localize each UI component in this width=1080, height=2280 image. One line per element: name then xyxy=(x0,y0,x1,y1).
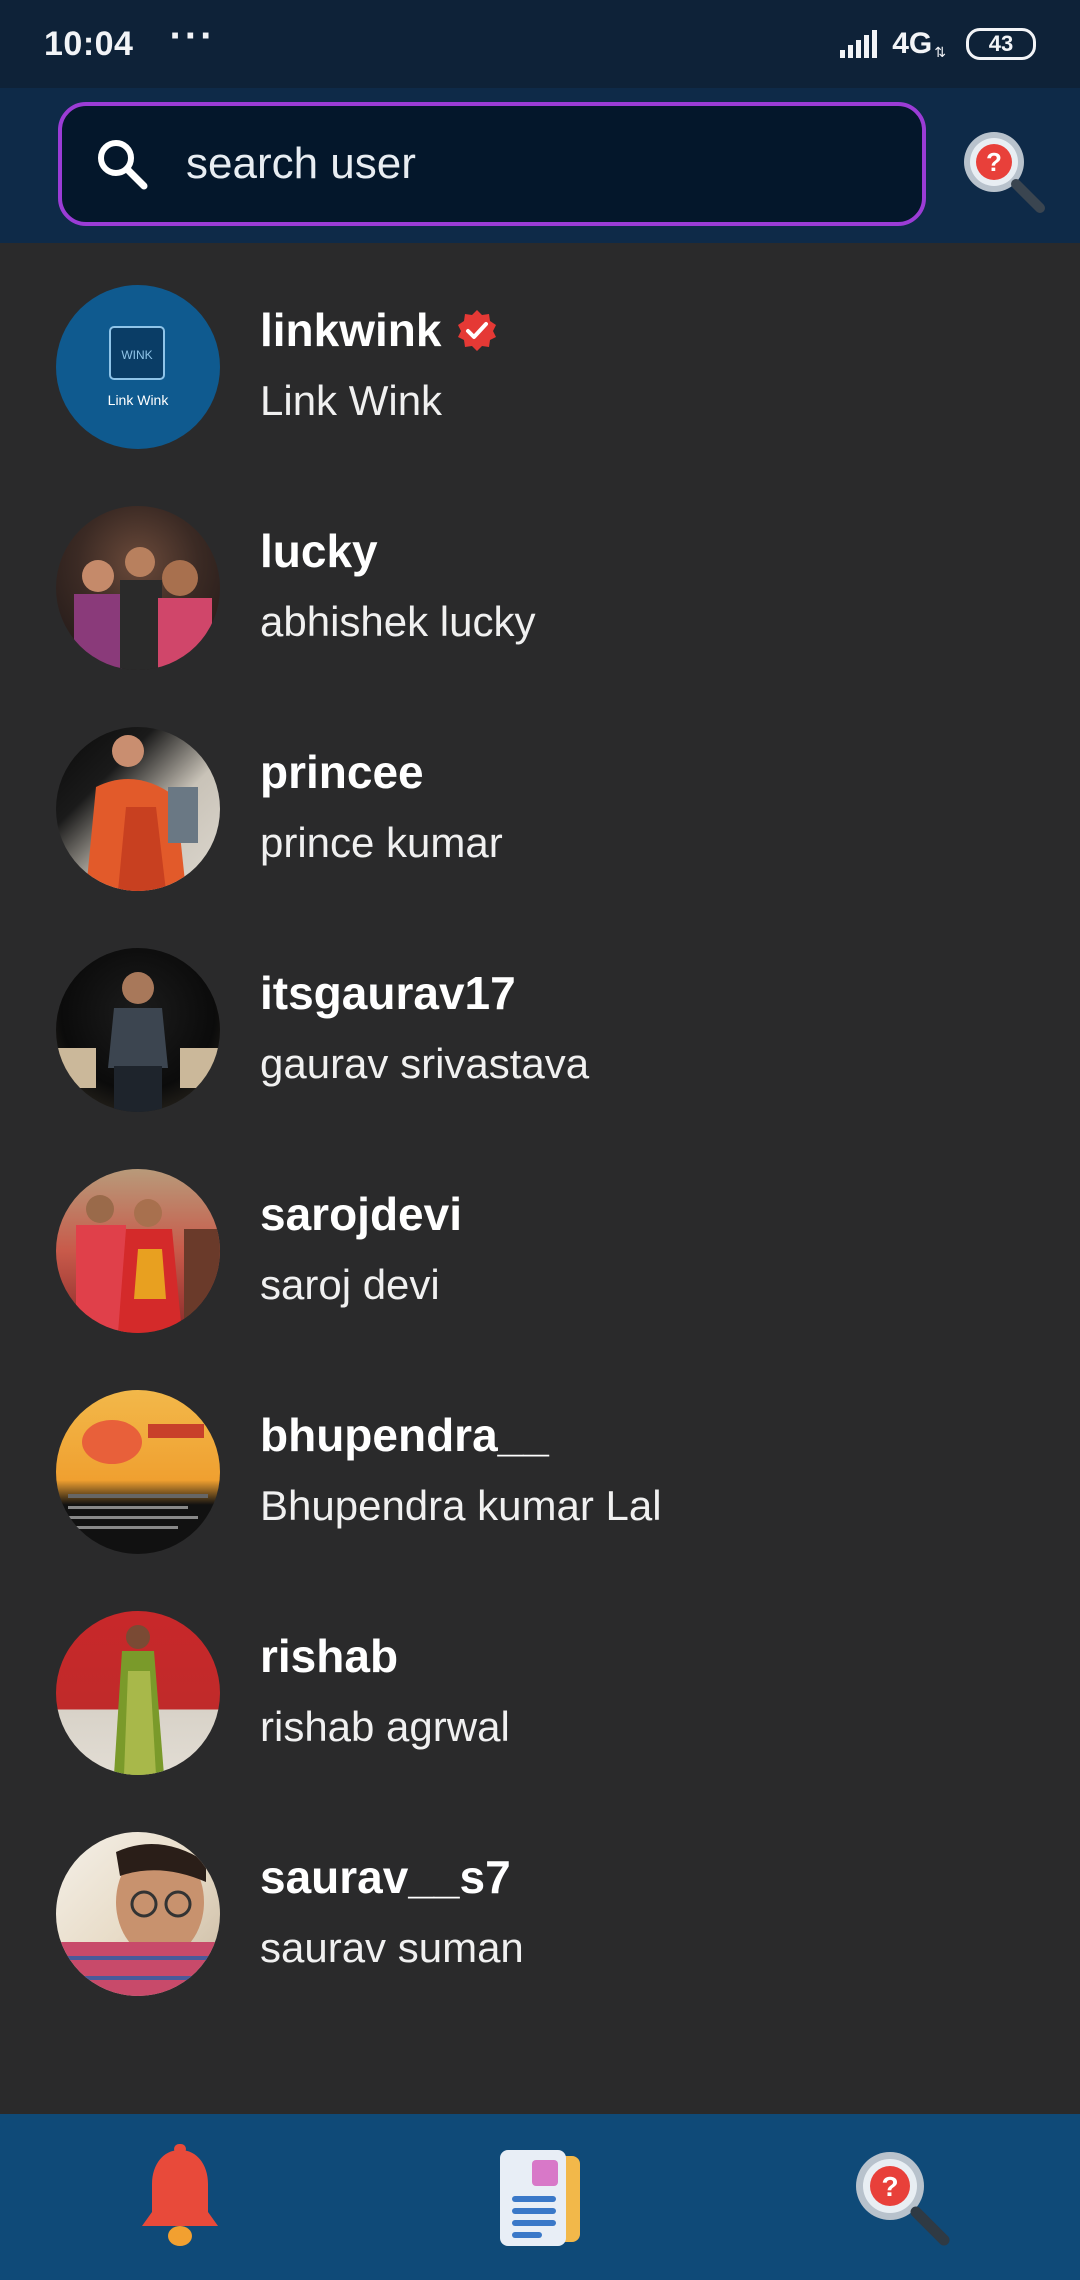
bell-icon[interactable] xyxy=(136,2142,224,2254)
user-row-lucky[interactable]: lucky abhishek lucky xyxy=(0,464,1080,685)
username: princee xyxy=(260,745,424,799)
signal-icon xyxy=(840,30,878,58)
svg-text:?: ? xyxy=(881,2171,898,2202)
avatar xyxy=(56,506,220,670)
avatar: WINK Link Wink xyxy=(56,285,220,449)
full-name: Bhupendra kumar Lal xyxy=(260,1482,662,1529)
username: itsgaurav17 xyxy=(260,966,516,1020)
status-more-dots: ··· xyxy=(169,14,216,58)
user-row-saurav[interactable]: saurav__s7 saurav suman xyxy=(0,1790,1080,2011)
avatar-photo xyxy=(56,972,220,1112)
search-header: ? xyxy=(0,88,1080,243)
avatar xyxy=(56,727,220,891)
user-row-rishab[interactable]: rishab rishab agrwal xyxy=(0,1569,1080,1790)
avatar-photo xyxy=(56,1844,220,1996)
username-text: princee xyxy=(260,746,424,798)
linkwink-logo: WINK Link Wink xyxy=(108,326,170,408)
full-name: saroj devi xyxy=(260,1261,440,1308)
username: lucky xyxy=(260,524,378,578)
username-text: linkwink xyxy=(260,304,442,356)
avatar-photo xyxy=(74,547,212,670)
username-text: lucky xyxy=(260,525,378,577)
avatar-photo xyxy=(114,1625,164,1775)
username-text: itsgaurav17 xyxy=(260,967,516,1019)
avatar-photo xyxy=(76,1195,220,1333)
avatar xyxy=(56,1169,220,1333)
help-search-icon[interactable]: ? xyxy=(956,124,1048,216)
status-bar: 10:04 ··· 4G ⇅ 43 xyxy=(0,0,1080,88)
full-name: gaurav srivastava xyxy=(260,1040,590,1087)
username: sarojdevi xyxy=(260,1187,462,1241)
full-name: rishab agrwal xyxy=(260,1703,510,1750)
data-activity-icon: ⇅ xyxy=(934,43,946,60)
avatar xyxy=(56,1611,220,1775)
username-text: saurav__s7 xyxy=(260,1851,511,1903)
network-type: 4G xyxy=(892,27,933,60)
help-search-icon[interactable]: ? xyxy=(848,2144,952,2248)
status-indicators: 4G ⇅ 43 xyxy=(838,27,1036,61)
avatar xyxy=(56,1832,220,1996)
svg-text:WINK: WINK xyxy=(121,348,152,362)
username: bhupendra__ xyxy=(260,1408,549,1462)
user-row-princee[interactable]: princee prince kumar xyxy=(0,685,1080,906)
avatar-photo xyxy=(68,1420,208,1529)
verified-badge-icon xyxy=(458,310,497,351)
username-text: rishab xyxy=(260,1630,399,1682)
user-row-linkwink[interactable]: WINK Link Wink linkwink Link Wink xyxy=(0,243,1080,464)
avatar xyxy=(56,948,220,1112)
status-time: 10:04 xyxy=(44,24,134,63)
feed-document-icon[interactable] xyxy=(494,2146,586,2252)
user-list: WINK Link Wink linkwink Link Wink lucky … xyxy=(0,243,1080,2113)
search-icon xyxy=(98,140,148,190)
user-row-sarojdevi[interactable]: sarojdevi saroj devi xyxy=(0,1127,1080,1348)
full-name: Link Wink xyxy=(260,377,443,424)
username: linkwink xyxy=(260,303,499,357)
full-name: prince kumar xyxy=(260,819,503,866)
user-row-itsgaurav17[interactable]: itsgaurav17 gaurav srivastava xyxy=(0,906,1080,1127)
search-input[interactable] xyxy=(184,138,922,190)
full-name: abhishek lucky xyxy=(260,598,536,645)
svg-text:?: ? xyxy=(986,147,1002,177)
full-name: saurav suman xyxy=(260,1924,524,1971)
search-box[interactable] xyxy=(58,102,926,226)
bottom-navigation: ? xyxy=(0,2114,1080,2280)
user-row-bhupendra[interactable]: bhupendra__ Bhupendra kumar Lal xyxy=(0,1348,1080,1569)
username-text: bhupendra__ xyxy=(260,1409,549,1461)
username: saurav__s7 xyxy=(260,1850,511,1904)
avatar-photo xyxy=(86,735,198,891)
username: rishab xyxy=(260,1629,398,1683)
svg-text:Link Wink: Link Wink xyxy=(108,392,170,408)
avatar xyxy=(56,1390,220,1554)
battery-indicator: 43 xyxy=(966,28,1036,60)
username-text: sarojdevi xyxy=(260,1188,462,1240)
